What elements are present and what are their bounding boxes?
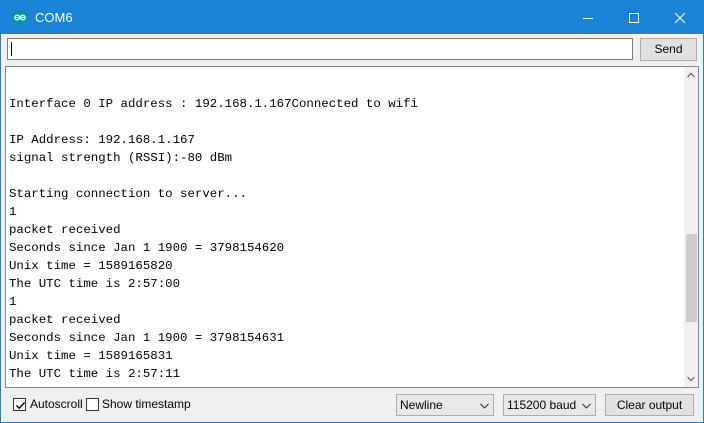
baud-rate-select[interactable]: 115200 baud (503, 394, 596, 416)
maximize-button[interactable] (611, 1, 657, 34)
status-bar: Autoscroll Show timestamp Newline 115200… (1, 389, 703, 422)
send-input[interactable] (7, 38, 633, 60)
output-line: signal strength (RSSI):-80 dBm (9, 151, 233, 165)
title-bar[interactable]: COM6 (1, 1, 703, 34)
line-ending-select[interactable]: Newline (396, 394, 494, 416)
minimize-icon (583, 18, 593, 19)
output-line: 1 (9, 383, 681, 387)
text-caret (11, 42, 12, 56)
output-line: Unix time = 1589165831 (9, 349, 173, 363)
chevron-up-icon (687, 72, 695, 78)
scroll-thumb[interactable] (686, 234, 697, 322)
output-line: Seconds since Jan 1 1900 = 3798154620 (9, 241, 285, 255)
chevron-down-icon (582, 403, 591, 409)
autoscroll-checkbox[interactable] (13, 398, 26, 411)
output-line: IP Address: 192.168.1.167 (9, 133, 195, 147)
output-line: Unix time = 1589165820 (9, 259, 173, 273)
baud-rate-value: 115200 baud (507, 398, 577, 412)
send-button[interactable]: Send (640, 38, 697, 61)
serial-output-text: Interface 0 IP address : 192.168.1.167Co… (9, 77, 681, 387)
output-line: packet received (9, 313, 121, 327)
maximize-icon (629, 13, 639, 23)
window-title: COM6 (35, 10, 73, 25)
output-line: 1 (9, 205, 17, 219)
close-button[interactable] (657, 1, 703, 34)
output-line: Starting connection to server... (9, 187, 247, 201)
close-icon (674, 12, 686, 24)
line-ending-value: Newline (400, 398, 443, 412)
output-line: The UTC time is 2:57:00 (9, 277, 181, 291)
show-timestamp-checkbox[interactable] (86, 398, 99, 411)
minimize-button[interactable] (565, 1, 611, 34)
scroll-down-button[interactable] (684, 371, 698, 387)
chevron-down-icon (687, 376, 695, 382)
autoscroll-label: Autoscroll (30, 397, 83, 411)
show-timestamp-label: Show timestamp (102, 397, 191, 411)
serial-monitor-window: COM6 Send Interface 0 IP address : 192.1… (0, 0, 704, 423)
output-line: Seconds since Jan 1 1900 = 3798154631 (9, 331, 285, 345)
output-line: Interface 0 IP address : 192.168.1.167Co… (9, 97, 418, 111)
output-line: 1 (9, 295, 17, 309)
checkmark-icon (16, 402, 26, 410)
serial-output-area[interactable]: Interface 0 IP address : 192.168.1.167Co… (5, 66, 699, 388)
output-line: packet received (9, 223, 121, 237)
arduino-infinity-icon (12, 11, 28, 24)
clear-output-button[interactable]: Clear output (605, 394, 694, 416)
output-line: The UTC time is 2:57:11 (9, 367, 181, 381)
vertical-scrollbar[interactable] (684, 67, 698, 387)
scroll-up-button[interactable] (684, 67, 698, 83)
chevron-down-icon (480, 403, 489, 409)
